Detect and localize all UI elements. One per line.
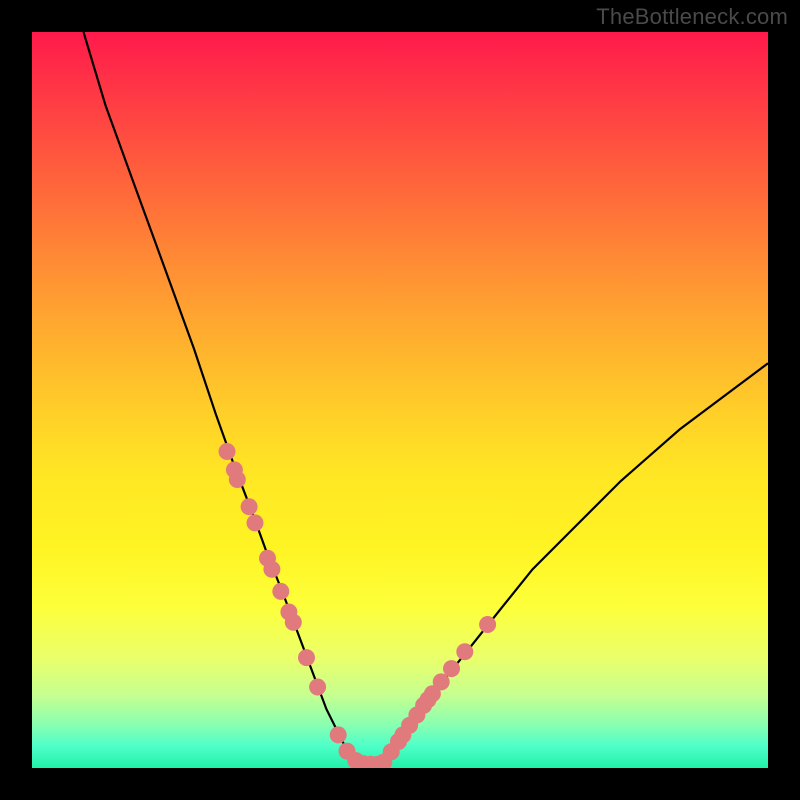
data-markers [219, 443, 497, 768]
bottleneck-chart [32, 32, 768, 768]
data-point [479, 616, 496, 633]
data-point [229, 471, 246, 488]
data-point [263, 561, 280, 578]
data-point [443, 660, 460, 677]
watermark-text: TheBottleneck.com [596, 4, 788, 30]
data-point [247, 514, 264, 531]
data-point [241, 498, 258, 515]
data-point [330, 726, 347, 743]
data-point [219, 443, 236, 460]
bottleneck-curve [84, 32, 769, 764]
chart-area [32, 32, 768, 768]
data-point [272, 583, 289, 600]
data-point [433, 673, 450, 690]
data-point [456, 643, 473, 660]
data-point [285, 614, 302, 631]
data-point [309, 679, 326, 696]
data-point [298, 649, 315, 666]
